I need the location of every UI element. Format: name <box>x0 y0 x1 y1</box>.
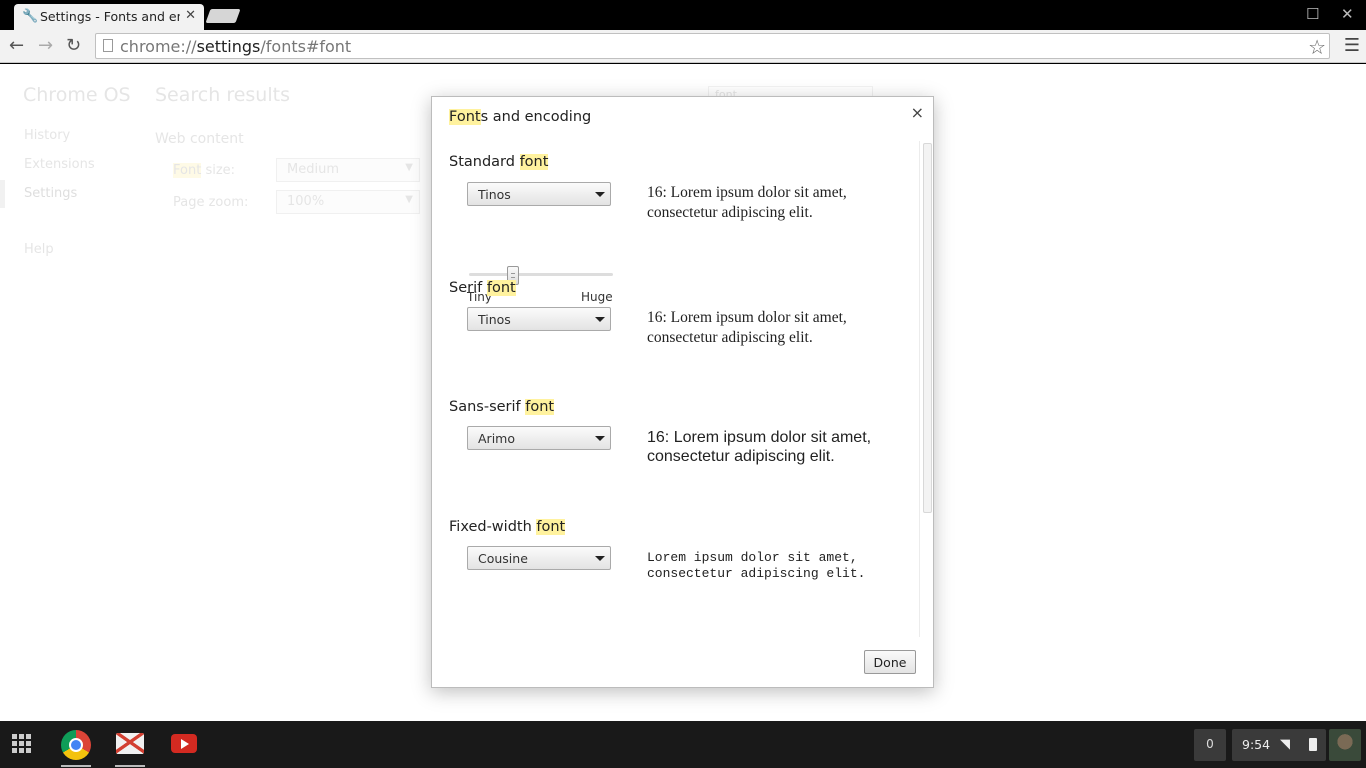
serif-font-select[interactable]: Tinos <box>467 307 611 331</box>
back-icon[interactable]: ← <box>9 35 24 56</box>
youtube-icon[interactable] <box>171 734 197 753</box>
chrome-icon[interactable] <box>61 730 91 760</box>
wrench-icon: 🔧 <box>22 9 39 24</box>
new-tab-button[interactable] <box>205 9 241 23</box>
page-icon <box>103 39 113 52</box>
reload-icon[interactable]: ↻ <box>66 35 81 56</box>
bookmark-star-icon[interactable]: ☆ <box>1308 35 1326 59</box>
scrollbar-thumb[interactable] <box>923 143 932 513</box>
dialog-title: Fonts and encoding <box>449 109 592 125</box>
address-bar[interactable]: chrome://settings/fonts#font ☆ <box>95 33 1330 59</box>
font-size-slider-track[interactable] <box>469 273 613 276</box>
tab-close-icon[interactable]: ✕ <box>185 8 196 23</box>
chevron-down-icon <box>595 192 605 197</box>
notification-counter[interactable]: 0 <box>1194 729 1226 761</box>
shelf: 0 9:54 ◥ <box>0 721 1366 768</box>
dialog-scrollbar[interactable] <box>919 141 934 637</box>
app-launcher-icon[interactable] <box>12 734 32 754</box>
serif-font-sample: 16: Lorem ipsum dolor sit amet, consecte… <box>647 309 847 346</box>
running-indicator <box>115 765 145 767</box>
wifi-icon: ◥ <box>1280 737 1290 752</box>
url-scheme: chrome:// <box>120 37 197 56</box>
dialog-content: Standard font Tinos 16: Lorem ipsum dolo… <box>432 141 919 637</box>
menu-icon[interactable]: ☰ <box>1344 35 1360 56</box>
slider-max-label: Huge <box>581 290 613 304</box>
gmail-icon[interactable] <box>116 733 144 754</box>
chevron-down-icon <box>595 556 605 561</box>
close-window-icon[interactable]: ✕ <box>1341 5 1354 23</box>
url-host: settings <box>196 37 261 56</box>
sans-serif-font-select[interactable]: Arimo <box>467 426 611 450</box>
url-path: /fonts#font <box>260 37 352 56</box>
standard-font-sample: 16: Lorem ipsum dolor sit amet, consecte… <box>647 184 847 221</box>
clock: 9:54 <box>1242 737 1271 752</box>
sans-serif-font-sample: 16: Lorem ipsum dolor sit amet, consecte… <box>647 429 872 465</box>
done-button[interactable]: Done <box>864 650 916 674</box>
serif-font-label: Serif font <box>449 280 516 296</box>
avatar[interactable] <box>1329 729 1361 761</box>
sans-serif-font-label: Sans-serif font <box>449 399 555 415</box>
tab-title: Settings - Fonts and enc <box>40 9 180 24</box>
fonts-dialog: Fonts and encoding × Standard font Tinos… <box>431 96 934 688</box>
chevron-down-icon <box>595 317 605 322</box>
close-icon[interactable]: × <box>911 103 924 122</box>
chevron-down-icon <box>595 436 605 441</box>
title-bar: 🔧 Settings - Fonts and enc ✕ ☐ ✕ <box>0 0 1366 30</box>
running-indicator <box>61 765 91 767</box>
standard-font-select[interactable]: Tinos <box>467 182 611 206</box>
forward-icon[interactable]: → <box>38 35 53 56</box>
toolbar: ← → ↻ chrome://settings/fonts#font ☆ ☰ <box>0 30 1366 63</box>
maximize-icon[interactable]: ☐ <box>1306 5 1319 23</box>
status-tray[interactable]: 9:54 ◥ <box>1232 729 1326 761</box>
standard-font-label: Standard font <box>449 154 549 170</box>
battery-icon <box>1309 738 1317 751</box>
tab-settings[interactable]: 🔧 Settings - Fonts and enc ✕ <box>14 4 204 30</box>
fixed-width-font-sample: Lorem ipsum dolor sit amet, consectetur … <box>647 550 866 581</box>
fixed-width-font-select[interactable]: Cousine <box>467 546 611 570</box>
fixed-width-font-label: Fixed-width font <box>449 519 566 535</box>
